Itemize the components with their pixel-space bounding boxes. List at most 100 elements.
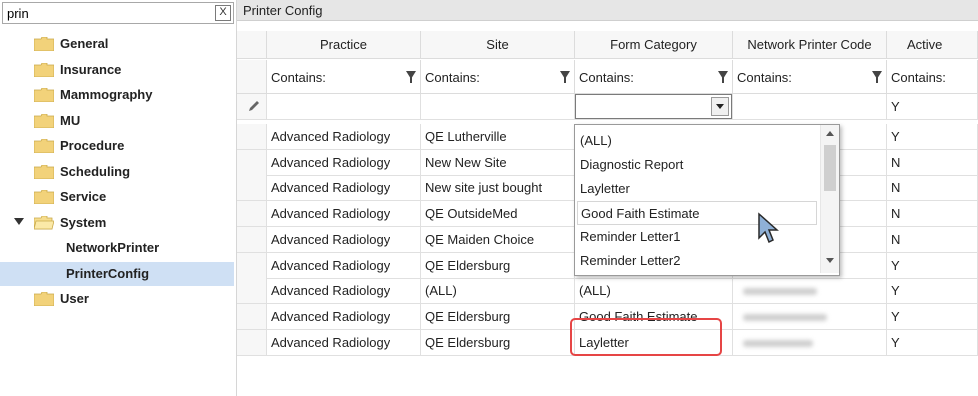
tree-item-label: MU: [60, 112, 81, 128]
folder-icon: [34, 37, 54, 51]
filter-form-category[interactable]: Contains:: [575, 60, 733, 94]
tree-item-service[interactable]: Service: [0, 185, 234, 209]
table-cell-site[interactable]: New New Site: [421, 149, 575, 176]
table-cell-practice[interactable]: Advanced Radiology: [267, 278, 421, 305]
table-cell-practice[interactable]: Advanced Radiology: [267, 329, 421, 356]
tree-item-insurance[interactable]: Insurance: [0, 58, 234, 82]
column-header-active[interactable]: Active: [887, 31, 978, 59]
table-cell-active[interactable]: Y: [887, 124, 978, 150]
redacted-value: [743, 288, 817, 296]
filter-network-printer-code[interactable]: Contains:: [733, 60, 887, 94]
table-cell-active[interactable]: N: [887, 149, 978, 176]
table-cell-practice[interactable]: Advanced Radiology: [267, 201, 421, 228]
clear-search-button[interactable]: X: [215, 5, 231, 21]
new-row-site[interactable]: [421, 94, 575, 120]
left-panel: X General Insurance Mammography MU Procedure…: [0, 0, 237, 396]
table-cell-site[interactable]: QE Eldersburg: [421, 303, 575, 330]
expand-arrow-icon[interactable]: [14, 217, 24, 225]
grid-title: Printer Config: [243, 3, 323, 18]
scroll-down-icon[interactable]: [826, 258, 834, 263]
table-cell-site[interactable]: QE Maiden Choice: [421, 226, 575, 253]
table-cell-site[interactable]: (ALL): [421, 278, 575, 305]
table-cell-practice[interactable]: Advanced Radiology: [267, 303, 421, 330]
redacted-value: [743, 313, 827, 321]
form-category-dropdown-list[interactable]: (ALL) Diagnostic Report Layletter Good Fait…: [574, 124, 840, 276]
table-cell-site[interactable]: QE OutsideMed: [421, 201, 575, 228]
table-cell-active[interactable]: Y: [887, 329, 978, 356]
table-cell-active[interactable]: N: [887, 175, 978, 202]
column-header-practice[interactable]: Practice: [267, 31, 421, 59]
table-cell-active[interactable]: Y: [887, 252, 978, 279]
filter-site[interactable]: Contains:: [421, 60, 575, 94]
search-field[interactable]: X: [2, 2, 234, 24]
filter-icon[interactable]: [872, 71, 882, 83]
table-cell-active[interactable]: N: [887, 226, 978, 253]
dropdown-option[interactable]: Diagnostic Report: [577, 153, 817, 177]
tree-item-system[interactable]: System: [0, 211, 234, 235]
table-cell-active[interactable]: N: [887, 201, 978, 228]
table-cell-practice[interactable]: Advanced Radiology: [267, 124, 421, 150]
tree-item-general[interactable]: General: [0, 32, 234, 56]
table-cell-site[interactable]: New site just bought: [421, 175, 575, 202]
new-row-form-category[interactable]: [575, 94, 733, 120]
table-cell-practice[interactable]: Advanced Radiology: [267, 149, 421, 176]
row-indicator: [237, 124, 267, 150]
dropdown-scrollbar[interactable]: [820, 125, 839, 273]
table-cell-site[interactable]: QE Eldersburg: [421, 252, 575, 279]
dropdown-option[interactable]: Layletter: [577, 177, 817, 201]
table-cell-npc[interactable]: [733, 329, 887, 356]
pencil-icon: [249, 101, 259, 111]
row-indicator: [237, 201, 267, 228]
filter-icon[interactable]: [560, 71, 570, 83]
filter-row-indicator: [237, 60, 267, 94]
table-cell-site[interactable]: QE Eldersburg: [421, 329, 575, 356]
row-indicator: [237, 278, 267, 305]
column-header-site[interactable]: Site: [421, 31, 575, 59]
dropdown-option[interactable]: (ALL): [577, 129, 817, 153]
column-header-network-printer-code[interactable]: Network Printer Code: [733, 31, 887, 59]
filter-active[interactable]: Contains:: [887, 60, 978, 94]
table-cell-active[interactable]: Y: [887, 303, 978, 330]
table-cell-site[interactable]: QE Lutherville: [421, 124, 575, 150]
tree-item-label: Scheduling: [60, 163, 131, 179]
tree-item-user[interactable]: User: [0, 287, 234, 311]
tree-item-printerconfig[interactable]: PrinterConfig: [0, 261, 234, 286]
new-row-practice[interactable]: [267, 94, 421, 120]
new-row-active[interactable]: Y: [887, 94, 978, 120]
folder-icon: [34, 139, 54, 153]
mouse-cursor-icon: [758, 212, 779, 244]
table-cell-practice[interactable]: Advanced Radiology: [267, 226, 421, 253]
chevron-down-icon: [716, 104, 724, 109]
new-row-network-printer-code[interactable]: [733, 94, 887, 120]
tree-item-mammography[interactable]: Mammography: [0, 83, 234, 107]
filter-practice[interactable]: Contains:: [267, 60, 421, 94]
row-indicator: [237, 226, 267, 253]
search-input[interactable]: [3, 3, 215, 23]
filter-icon[interactable]: [718, 71, 728, 83]
table-cell-active[interactable]: Y: [887, 278, 978, 305]
tree-item-procedure[interactable]: Procedure: [0, 134, 234, 158]
folder-icon: [34, 88, 54, 102]
filter-icon[interactable]: [406, 71, 416, 83]
tree-item-scheduling[interactable]: Scheduling: [0, 160, 234, 184]
row-indicator: [237, 175, 267, 202]
folder-icon: [34, 190, 54, 204]
scroll-thumb[interactable]: [824, 145, 836, 191]
form-category-combo[interactable]: [575, 94, 732, 119]
table-cell-practice[interactable]: Advanced Radiology: [267, 175, 421, 202]
tree-item-label: NetworkPrinter: [66, 240, 160, 255]
tree-item-mu[interactable]: MU: [0, 109, 234, 133]
tree-item-label: Procedure: [60, 138, 125, 153]
dropdown-button[interactable]: [711, 97, 729, 116]
table-cell-npc[interactable]: [733, 278, 887, 305]
table-cell-practice[interactable]: Advanced Radiology: [267, 252, 421, 279]
column-header-form-category[interactable]: Form Category: [575, 31, 733, 59]
tree-item-networkprinter[interactable]: NetworkPrinter: [0, 236, 234, 260]
redacted-value: [743, 339, 813, 347]
row-indicator: [237, 303, 267, 330]
tree-item-label: General: [60, 36, 109, 51]
dropdown-option[interactable]: Reminder Letter2: [577, 249, 817, 273]
table-cell-npc[interactable]: [733, 303, 887, 330]
scroll-up-icon[interactable]: [826, 131, 834, 136]
table-cell-form[interactable]: (ALL): [575, 278, 733, 305]
